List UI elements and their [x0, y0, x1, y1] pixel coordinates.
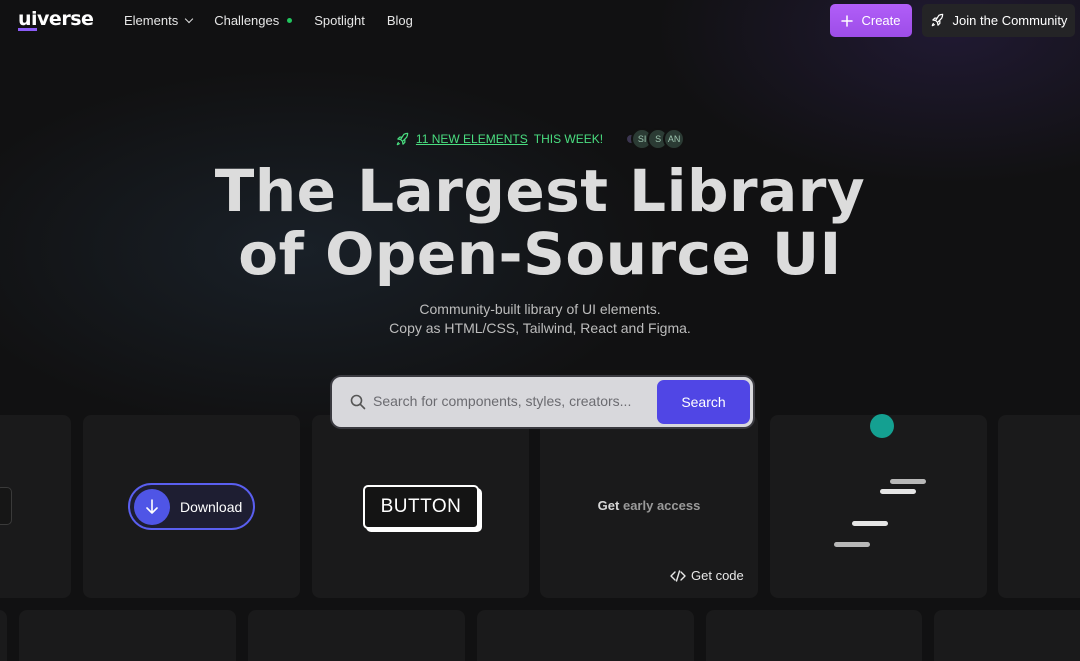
- loader-bar: [834, 542, 870, 547]
- component-card[interactable]: [998, 415, 1080, 598]
- component-card[interactable]: [770, 415, 987, 598]
- nav-challenges[interactable]: Challenges: [214, 13, 293, 28]
- loader-bar: [852, 521, 888, 526]
- join-community-button[interactable]: Join the Community: [922, 4, 1075, 37]
- logo[interactable]: uiverse: [18, 8, 94, 31]
- component-card[interactable]: [934, 610, 1080, 661]
- download-button[interactable]: Download: [128, 483, 255, 530]
- teal-circle-preview: [870, 414, 894, 438]
- search-bar: Search for components, styles, creators.…: [332, 377, 753, 427]
- get-code-link[interactable]: Get code: [670, 568, 744, 583]
- component-card[interactable]: [248, 610, 465, 661]
- new-elements-badge: 11 NEW ELEMENTS THIS WEEK! SI S AN: [0, 128, 1080, 150]
- button-preview[interactable]: BUTTON: [363, 485, 479, 529]
- search-icon: [350, 394, 366, 410]
- arrow-down-icon: [134, 488, 170, 525]
- nav-spotlight[interactable]: Spotlight: [314, 13, 365, 28]
- chevron-down-icon: [184, 14, 194, 24]
- top-nav: uiverse Elements Challenges Spotlight Bl…: [0, 0, 1080, 42]
- uiverse-home: uiverse Elements Challenges Spotlight Bl…: [0, 0, 1080, 661]
- avatar: AN: [663, 128, 686, 150]
- nav-links: Elements Challenges Spotlight Blog: [124, 13, 435, 28]
- loader-bar: [880, 489, 916, 494]
- search-button[interactable]: Search: [657, 380, 750, 424]
- code-icon: [670, 569, 686, 582]
- search-input[interactable]: Search for components, styles, creators.…: [373, 393, 631, 409]
- plus-icon: [841, 14, 854, 27]
- create-button[interactable]: Create: [830, 4, 912, 37]
- hero-title: The Largest Library of Open-Source UI: [214, 157, 866, 288]
- new-elements-link[interactable]: 11 NEW ELEMENTS: [416, 132, 528, 146]
- nav-blog[interactable]: Blog: [387, 13, 413, 28]
- new-dot-icon: [287, 18, 293, 23]
- component-card[interactable]: [0, 610, 7, 661]
- rocket-icon: [396, 132, 409, 145]
- component-card[interactable]: [19, 610, 236, 661]
- hero-subtitle: Community-built library of UI elements. …: [389, 301, 691, 336]
- component-card[interactable]: [706, 610, 922, 661]
- contributor-avatars: SI S AN: [625, 128, 686, 150]
- component-card[interactable]: [477, 610, 694, 661]
- loader-bar: [890, 479, 926, 484]
- early-access-text: Get early access: [597, 498, 701, 513]
- rocket-icon: [931, 13, 943, 27]
- partial-component-preview: [0, 487, 12, 525]
- nav-elements[interactable]: Elements: [124, 13, 194, 28]
